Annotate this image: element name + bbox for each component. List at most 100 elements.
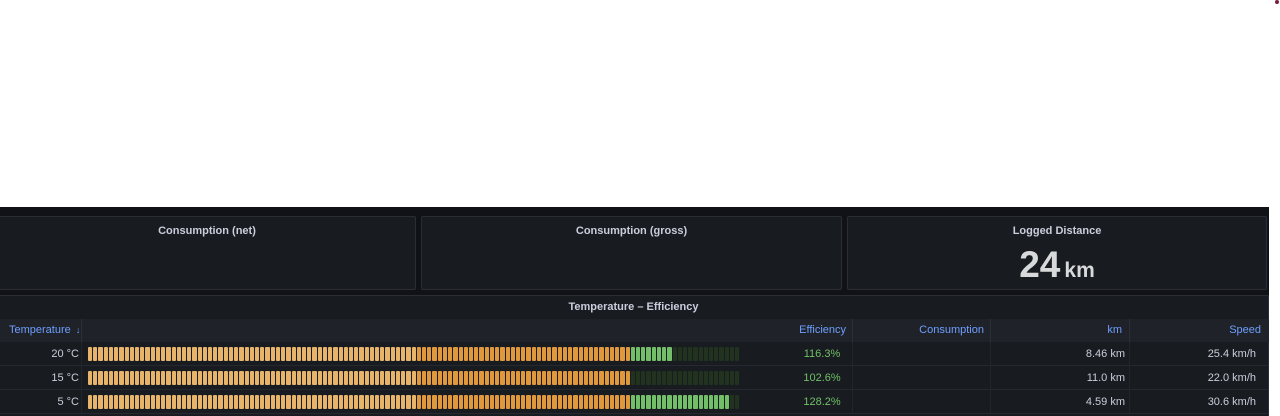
gauge-segment <box>255 395 260 409</box>
gauge-segment <box>155 371 161 385</box>
gauge-segment <box>698 371 703 385</box>
gauge-segment <box>620 395 625 409</box>
column-divider[interactable] <box>1129 319 1130 342</box>
column-divider <box>990 366 991 390</box>
gauge-segment <box>562 347 568 361</box>
gauge-segment <box>656 347 662 361</box>
panel-title: Consumption (gross) <box>575 225 688 237</box>
corner-dot <box>1275 0 1279 4</box>
table-row[interactable]: 15 °C 102.6% 11.0 km 22.0 km/h <box>0 366 1269 390</box>
gauge-segment <box>542 371 547 385</box>
column-divider[interactable] <box>990 319 991 342</box>
gauge-segment <box>114 371 119 385</box>
gauge-segment <box>682 371 688 385</box>
gauge-segment <box>150 371 155 385</box>
gauge-segment <box>515 347 521 361</box>
gauge-segment <box>468 371 474 385</box>
consumption-gross-panel[interactable]: Consumption (gross) <box>421 216 842 290</box>
column-header-temperature[interactable]: Temperature ↓ <box>9 319 80 342</box>
gauge-segment <box>98 395 103 409</box>
gauge-segment <box>656 371 662 385</box>
gauge-segment <box>239 347 244 361</box>
gauge-segment <box>124 347 129 361</box>
gauge-segment <box>735 371 740 385</box>
gauge-segment <box>599 395 604 409</box>
gauge-segment <box>662 371 667 385</box>
gauge-segment <box>150 395 155 409</box>
panel-title: Logged Distance <box>1012 225 1102 237</box>
stat-readout: 24 km <box>848 244 1266 286</box>
gauge-segment <box>599 347 604 361</box>
gauge-segment <box>385 395 390 409</box>
gauge-segment <box>134 347 140 361</box>
gauge-segment <box>557 371 562 385</box>
gauge-segment <box>646 371 651 385</box>
gauge-segment <box>208 395 213 409</box>
gauge-segment <box>609 395 615 409</box>
gauge-segment <box>395 347 401 361</box>
gauge-segment <box>416 371 421 385</box>
gauge-segment <box>390 395 395 409</box>
gauge-segment <box>187 395 192 409</box>
gauge-segment <box>343 347 348 361</box>
gauge-segment <box>98 347 103 361</box>
gauge-segment <box>114 347 119 361</box>
consumption-net-panel[interactable]: Consumption (net) <box>0 216 416 290</box>
logged-distance-panel[interactable]: Logged Distance 24 km <box>847 216 1267 290</box>
gauge-segment <box>495 347 500 361</box>
table-row[interactable]: 20 °C 116.3% 8.46 km 25.4 km/h <box>0 342 1269 366</box>
gauge-segment <box>249 371 254 385</box>
dashboard: Consumption (net) Consumption (gross) Lo… <box>0 207 1269 416</box>
gauge-segment <box>709 395 714 409</box>
gauge-segment <box>354 347 359 361</box>
gauge-segment <box>667 395 672 409</box>
gauge-segment <box>479 371 484 385</box>
gauge-segment <box>667 347 672 361</box>
gauge-segment <box>427 347 432 361</box>
gauge-segment <box>275 347 281 361</box>
gauge-segment <box>202 395 208 409</box>
gauge-segment <box>589 371 594 385</box>
gauge-segment <box>124 395 129 409</box>
panel-title: Temperature – Efficiency <box>568 301 699 313</box>
column-header-efficiency[interactable]: Efficiency <box>759 319 846 342</box>
temperature-efficiency-panel[interactable]: Temperature – Efficiency Temperature ↓ E… <box>0 295 1269 416</box>
gauge-segment <box>234 395 239 409</box>
gauge-segment <box>291 371 296 385</box>
gauge-segment <box>651 395 656 409</box>
gauge-segment <box>515 371 521 385</box>
efficiency-gauge <box>88 371 740 385</box>
column-divider[interactable] <box>81 319 82 342</box>
column-divider[interactable] <box>852 319 853 342</box>
gauge-segment <box>124 371 129 385</box>
gauge-segment <box>484 371 489 385</box>
column-header-consumption[interactable]: Consumption <box>859 319 984 342</box>
gauge-segment <box>500 395 505 409</box>
gauge-segment <box>333 347 338 361</box>
gauge-segment <box>568 395 573 409</box>
gauge-segment <box>166 395 171 409</box>
gauge-segment <box>239 371 244 385</box>
gauge-segment <box>166 371 171 385</box>
gauge-segment <box>489 347 495 361</box>
gauge-segment <box>729 347 735 361</box>
gauge-segment <box>416 347 421 361</box>
gauge-segment <box>677 347 682 361</box>
column-header-speed[interactable]: Speed <box>1139 319 1261 342</box>
cell-efficiency: 128.2% <box>803 396 841 408</box>
gauge-segment <box>286 347 291 361</box>
column-header-km[interactable]: km <box>999 319 1122 342</box>
gauge-segment <box>703 347 709 361</box>
gauge-segment <box>703 371 709 385</box>
gauge-segment <box>620 371 625 385</box>
column-divider <box>990 342 991 366</box>
gauge-segment <box>557 395 562 409</box>
gauge-segment <box>609 347 615 361</box>
gauge-segment <box>275 395 281 409</box>
gauge-segment <box>615 395 620 409</box>
gauge-segment <box>442 395 448 409</box>
table-row[interactable]: 5 °C 128.2% 4.59 km 30.6 km/h <box>0 390 1269 414</box>
gauge-segment <box>468 347 474 361</box>
cell-km: 4.59 km <box>1085 396 1125 408</box>
gauge-segment <box>709 371 714 385</box>
